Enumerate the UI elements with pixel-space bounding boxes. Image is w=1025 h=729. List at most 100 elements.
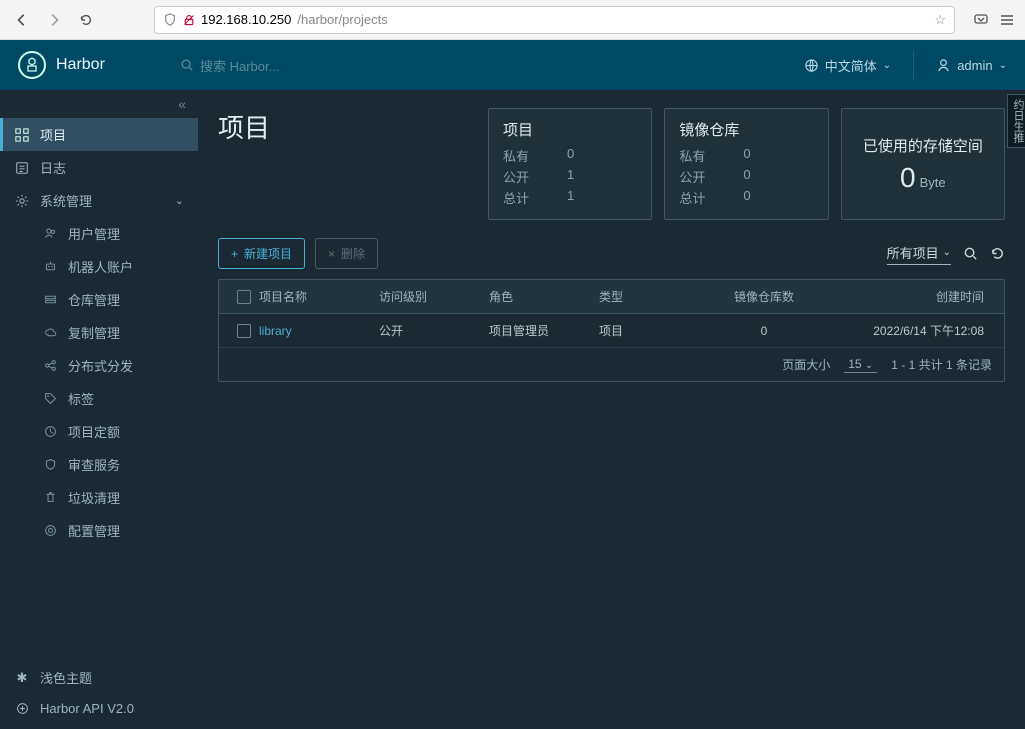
sidebar-sub-config[interactable]: 配置管理 — [0, 514, 198, 547]
stat-key: 私有 — [679, 146, 743, 165]
project-link[interactable]: library — [259, 324, 292, 338]
search-placeholder: 搜索 Harbor... — [200, 56, 279, 75]
sidebar-theme-toggle[interactable]: ✱ 浅色主题 — [0, 661, 198, 694]
stat-val: 0 — [567, 146, 574, 165]
stat-card-storage: 已使用的存储空间 0Byte — [841, 108, 1005, 220]
user-menu[interactable]: admin ⌄ — [936, 58, 1007, 73]
row-checkbox[interactable] — [237, 324, 251, 338]
share-icon — [42, 359, 58, 372]
chevron-down-icon: ⌄ — [175, 194, 184, 207]
plus-icon: + — [231, 247, 238, 261]
cell-created: 2022/6/14 下午12:08 — [819, 322, 994, 339]
cell-type: 项目 — [599, 322, 709, 339]
logo-icon — [18, 51, 46, 79]
quota-icon — [42, 425, 58, 438]
storage-value: 0 — [900, 162, 916, 193]
sidebar-collapse-toggle[interactable]: « — [0, 90, 198, 118]
delete-button[interactable]: × 删除 — [315, 238, 378, 269]
url-path: /harbor/projects — [297, 12, 387, 27]
sidebar: « 项目 日志 系统管理 ⌄ 用户管理 机器人账户 — [0, 90, 198, 729]
col-created[interactable]: 创建时间 — [819, 288, 994, 305]
shield-icon — [163, 13, 177, 27]
search-icon — [180, 58, 194, 72]
browser-toolbar: 192.168.10.250/harbor/projects ☆ — [0, 0, 1025, 40]
refresh-icon[interactable] — [990, 246, 1005, 261]
col-name[interactable]: 项目名称 — [259, 288, 379, 305]
sidebar-sub-quotas[interactable]: 项目定额 — [0, 415, 198, 448]
menu-icon[interactable] — [999, 12, 1015, 28]
filter-select[interactable]: 所有项目 ⌄ — [887, 243, 951, 265]
robot-icon — [42, 260, 58, 273]
table-row[interactable]: library 公开 项目管理员 项目 0 2022/6/14 下午12:08 — [219, 314, 1004, 348]
sidebar-sub-users[interactable]: 用户管理 — [0, 217, 198, 250]
sidebar-sub-registries[interactable]: 仓库管理 — [0, 283, 198, 316]
sidebar-sub-label: 仓库管理 — [68, 290, 120, 309]
card-title: 已使用的存储空间 — [856, 135, 990, 156]
stat-key: 总计 — [503, 188, 567, 207]
api-label: Harbor API V2.0 — [40, 701, 134, 716]
back-button[interactable] — [10, 8, 34, 32]
globe-icon — [804, 58, 819, 73]
logs-icon — [14, 161, 30, 175]
language-selector[interactable]: 中文简体 ⌄ — [804, 56, 891, 75]
col-repo-count[interactable]: 镜像仓库数 — [709, 288, 819, 305]
pocket-icon[interactable] — [973, 12, 989, 28]
forward-button[interactable] — [42, 8, 66, 32]
sidebar-sub-interrogation[interactable]: 审查服务 — [0, 448, 198, 481]
sidebar-sub-labels[interactable]: 标签 — [0, 382, 198, 415]
bookmark-star-icon[interactable]: ☆ — [934, 12, 946, 28]
user-icon — [936, 58, 951, 73]
table-footer: 页面大小 15 ⌄ 1 - 1 共计 1 条记录 — [219, 348, 1004, 381]
divider — [913, 51, 914, 79]
stat-card-repos: 镜像仓库 私有0 公开0 总计0 — [664, 108, 828, 220]
event-log-tab[interactable]: 约日生推 — [1007, 94, 1025, 148]
pagesize-label: 页面大小 — [782, 356, 830, 373]
api-icon — [14, 702, 30, 715]
stat-card-projects: 项目 私有0 公开1 总计1 — [488, 108, 652, 220]
sidebar-item-label: 系统管理 — [40, 191, 92, 210]
sidebar-sub-label: 用户管理 — [68, 224, 120, 243]
pagesize-value: 15 — [848, 357, 861, 371]
sidebar-sub-distribution[interactable]: 分布式分发 — [0, 349, 198, 382]
pagesize-select[interactable]: 15 ⌄ — [844, 357, 877, 373]
projects-icon — [14, 128, 30, 142]
cell-repo-count: 0 — [709, 324, 819, 338]
sun-icon: ✱ — [14, 670, 30, 686]
new-project-button[interactable]: + 新建项目 — [218, 238, 305, 269]
registry-icon — [42, 293, 58, 306]
logo[interactable]: Harbor — [18, 51, 180, 79]
sidebar-api-link[interactable]: Harbor API V2.0 — [0, 694, 198, 723]
sidebar-sub-replication[interactable]: 复制管理 — [0, 316, 198, 349]
cell-role: 项目管理员 — [489, 322, 599, 339]
stat-key: 私有 — [503, 146, 567, 165]
table-header: 项目名称 访问级别 角色 类型 镜像仓库数 创建时间 — [219, 280, 1004, 314]
col-role[interactable]: 角色 — [489, 288, 599, 305]
sidebar-item-projects[interactable]: 项目 — [0, 118, 198, 151]
cloud-icon — [42, 326, 58, 339]
sidebar-sub-label: 垃圾清理 — [68, 488, 120, 507]
address-bar[interactable]: 192.168.10.250/harbor/projects ☆ — [154, 6, 955, 34]
page-title: 项目 — [218, 108, 488, 145]
sidebar-sub-robots[interactable]: 机器人账户 — [0, 250, 198, 283]
sidebar-sub-label: 审查服务 — [68, 455, 120, 474]
stat-val: 1 — [567, 188, 574, 207]
reload-button[interactable] — [74, 8, 98, 32]
language-label: 中文简体 — [825, 56, 877, 75]
sidebar-item-admin[interactable]: 系统管理 ⌄ — [0, 184, 198, 217]
sidebar-sub-label: 分布式分发 — [68, 356, 133, 375]
sidebar-sub-label: 项目定额 — [68, 422, 120, 441]
users-icon — [42, 227, 58, 240]
col-access[interactable]: 访问级别 — [379, 288, 489, 305]
search-icon[interactable] — [963, 246, 978, 261]
sidebar-item-logs[interactable]: 日志 — [0, 151, 198, 184]
stat-val: 0 — [743, 146, 750, 165]
chevron-down-icon: ⌄ — [999, 60, 1007, 71]
sidebar-sub-gc[interactable]: 垃圾清理 — [0, 481, 198, 514]
card-title: 项目 — [503, 119, 637, 140]
search-input[interactable]: 搜索 Harbor... — [180, 56, 279, 75]
select-all-checkbox[interactable] — [237, 290, 251, 304]
sidebar-item-label: 日志 — [40, 158, 66, 177]
url-host: 192.168.10.250 — [201, 12, 291, 27]
col-type[interactable]: 类型 — [599, 288, 709, 305]
gear-icon — [14, 194, 30, 208]
